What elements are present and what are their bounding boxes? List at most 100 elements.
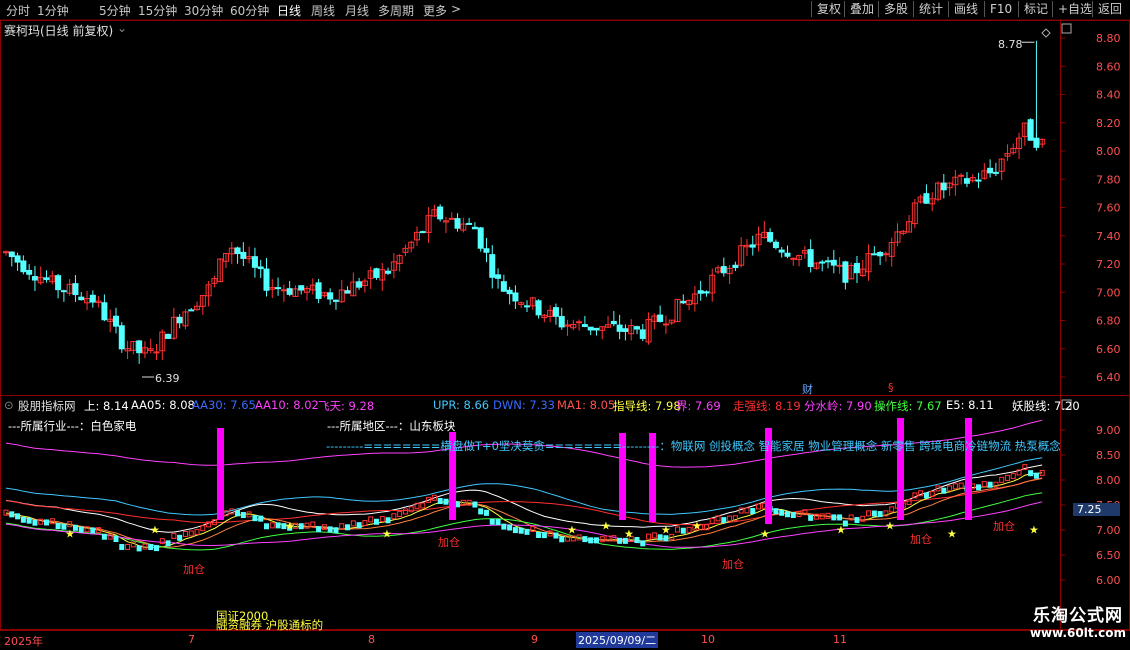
period-tab-30min[interactable]: 30分钟 bbox=[184, 2, 223, 19]
indicator-candle bbox=[316, 526, 322, 533]
indicator-candle bbox=[264, 523, 269, 530]
add-position-label: 加仓 bbox=[438, 535, 460, 549]
period-tab-60min[interactable]: 60分钟 bbox=[230, 2, 269, 19]
indicator-candle bbox=[651, 532, 657, 539]
candle-body bbox=[987, 167, 994, 174]
candle-body bbox=[448, 217, 455, 220]
add-watchlist-button[interactable]: +自选 bbox=[1052, 1, 1097, 17]
mark-button[interactable]: 标记 bbox=[1018, 1, 1053, 17]
period-tab-daily[interactable]: 日线 bbox=[277, 2, 301, 19]
candle-body bbox=[749, 244, 756, 248]
indicator-candle bbox=[744, 507, 750, 514]
y-tick-label: 8.00 bbox=[1096, 474, 1121, 487]
finance-marker[interactable]: 财 bbox=[802, 381, 813, 397]
indicator-candle bbox=[559, 536, 565, 543]
restore-rights-button[interactable]: 复权 bbox=[811, 1, 846, 17]
indicator-candle bbox=[402, 508, 408, 515]
f10-button[interactable]: F10 bbox=[984, 1, 1017, 17]
buy-star-icon: ★ bbox=[285, 520, 295, 533]
indicator-candle bbox=[489, 518, 495, 525]
candle-body bbox=[877, 251, 884, 257]
indicator-candle bbox=[385, 517, 391, 524]
indicator-candle bbox=[987, 481, 993, 488]
y-tick-label: 8.50 bbox=[1096, 449, 1121, 462]
candle-body bbox=[720, 266, 727, 274]
candle-body bbox=[344, 290, 351, 294]
period-tab-timeshare[interactable]: 分时 bbox=[6, 2, 30, 19]
y-tick-label: 7.60 bbox=[1096, 202, 1121, 215]
period-tab-5min[interactable]: 5分钟 bbox=[99, 2, 131, 19]
indicator-candle bbox=[154, 545, 160, 552]
y-tick-label: 7.00 bbox=[1096, 286, 1121, 299]
multi-stock-button[interactable]: 多股 bbox=[878, 1, 913, 17]
date-axis-jul: 7 bbox=[188, 633, 195, 646]
candle-body bbox=[101, 302, 108, 321]
indicator-candle bbox=[831, 514, 837, 521]
crosshair-date: 2025/09/09/二 bbox=[576, 632, 659, 648]
watermark-title: 乐淘公式网 bbox=[1032, 606, 1123, 626]
indicator-candle bbox=[599, 536, 605, 543]
candle-body bbox=[112, 315, 119, 327]
indicator-candle bbox=[808, 514, 814, 521]
candle-body bbox=[940, 182, 947, 191]
indicator-candle bbox=[333, 527, 339, 534]
indicator-candle bbox=[26, 517, 32, 524]
signal-bar bbox=[965, 418, 972, 520]
candle-body bbox=[784, 252, 791, 257]
candle-body bbox=[963, 178, 970, 184]
indicator-candle bbox=[90, 527, 96, 534]
period-tab-more[interactable]: 更多 bbox=[423, 2, 447, 19]
period-tab-weekly[interactable]: 周线 bbox=[311, 2, 335, 19]
notice-marker[interactable]: § bbox=[888, 381, 894, 394]
overlay-button[interactable]: 叠加 bbox=[844, 1, 879, 17]
candle-body bbox=[280, 289, 287, 292]
candle-body bbox=[165, 333, 172, 339]
indicator-candle bbox=[472, 501, 478, 508]
indicator-candle bbox=[350, 520, 356, 527]
candle-body bbox=[43, 277, 50, 280]
indicator-candle bbox=[501, 523, 507, 530]
candle-body bbox=[772, 241, 779, 249]
indicator-menu-icon[interactable]: ⊙ bbox=[4, 398, 14, 412]
y-tick-label: 6.00 bbox=[1096, 574, 1121, 587]
candle-body bbox=[882, 253, 889, 256]
candle-body bbox=[512, 292, 519, 302]
period-tab-monthly[interactable]: 月线 bbox=[345, 2, 369, 19]
period-tab-1min[interactable]: 1分钟 bbox=[37, 2, 69, 19]
chevron-down-icon[interactable]: ⌄ bbox=[117, 21, 127, 35]
candle-body bbox=[807, 249, 814, 267]
indicator-candle bbox=[785, 511, 790, 518]
indicator-candle bbox=[536, 531, 542, 538]
indicator-candle bbox=[165, 540, 171, 547]
indicator-name[interactable]: 股朋指标网 bbox=[18, 398, 76, 414]
indicator-candle bbox=[877, 511, 883, 518]
indicator-candle bbox=[379, 515, 385, 522]
indicator-candle bbox=[437, 498, 443, 505]
indicator-candle bbox=[339, 523, 345, 530]
indicator-value: 走强线: 8.19 bbox=[733, 399, 801, 413]
candle-body bbox=[26, 269, 33, 275]
period-tab-15min[interactable]: 15分钟 bbox=[138, 2, 177, 19]
indicator-candle bbox=[1033, 472, 1039, 479]
indicator-value: E5: 8.11 bbox=[946, 398, 994, 412]
candle-body bbox=[524, 305, 530, 308]
date-axis-sep: 9 bbox=[531, 633, 538, 646]
draw-line-button[interactable]: 画线 bbox=[948, 1, 983, 17]
indicator-candle bbox=[455, 501, 461, 508]
indicator-candle bbox=[397, 511, 403, 518]
indicator-candle bbox=[837, 514, 843, 521]
indicator-candle bbox=[866, 510, 872, 517]
candle-body bbox=[576, 321, 583, 324]
indicator-candle bbox=[958, 482, 964, 489]
candle-body bbox=[275, 287, 282, 290]
candle-body bbox=[975, 179, 982, 182]
indicator-candle bbox=[773, 508, 779, 515]
buy-star-icon: ★ bbox=[624, 528, 634, 541]
indicator-line-ma1 bbox=[5, 477, 1043, 526]
statistics-button[interactable]: 统计 bbox=[913, 1, 948, 17]
chevron-right-icon[interactable]: > bbox=[451, 2, 461, 16]
candle-body bbox=[581, 324, 588, 327]
back-button[interactable]: 返回 bbox=[1092, 1, 1127, 17]
indicator-candle bbox=[159, 538, 165, 545]
period-tab-multi[interactable]: 多周期 bbox=[378, 2, 414, 19]
